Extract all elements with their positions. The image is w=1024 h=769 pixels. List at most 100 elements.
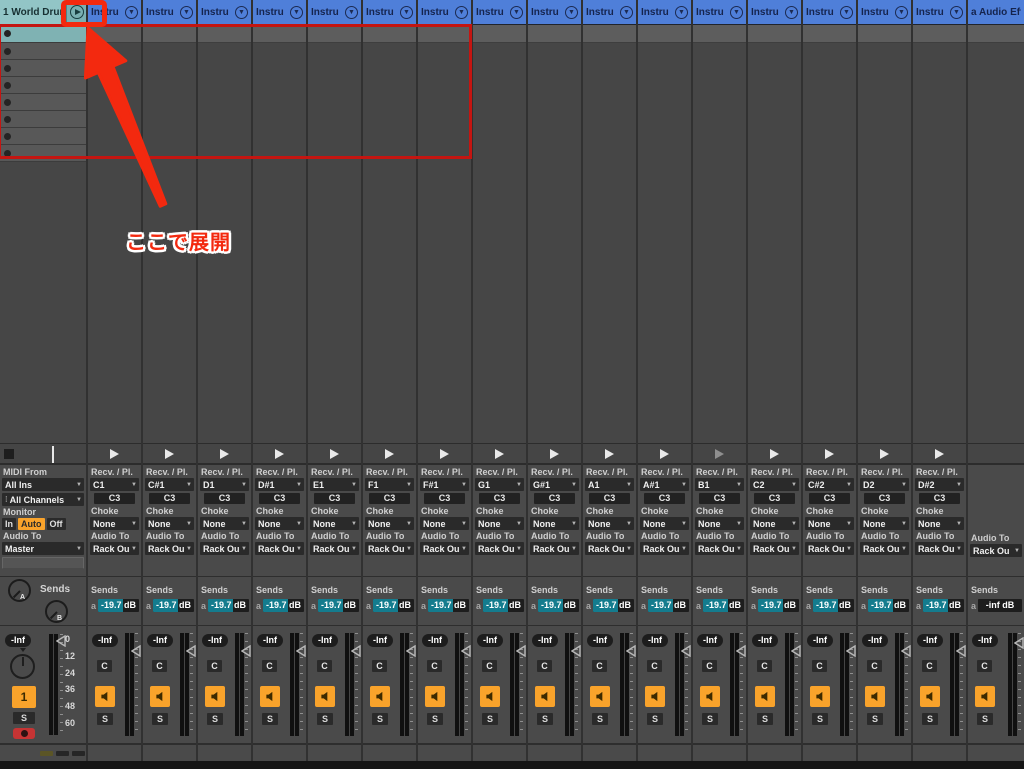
choke-dropdown[interactable]: None ▼ (695, 517, 744, 530)
clip-stop-icon[interactable] (4, 133, 11, 140)
track-activator-button[interactable] (975, 686, 995, 707)
track-activator-button[interactable] (920, 686, 940, 707)
scene-row-highlight[interactable] (858, 25, 911, 43)
clip-slot[interactable] (0, 94, 86, 111)
track-activator-button[interactable] (370, 686, 390, 707)
play-icon[interactable] (495, 449, 504, 459)
track-header[interactable]: Instru ▼ (308, 0, 361, 25)
scene-row-highlight[interactable] (308, 25, 361, 43)
receive-note-dropdown[interactable]: A#1 ▼ (640, 478, 689, 491)
volume-value[interactable]: -Inf (972, 634, 998, 647)
solo-button[interactable]: S (812, 713, 828, 725)
pan-control[interactable]: C (262, 660, 277, 672)
send-amount-slider[interactable]: -19.7 dB (813, 599, 854, 612)
pan-control[interactable]: C (152, 660, 167, 672)
volume-fader-handle[interactable] (296, 645, 306, 657)
choke-dropdown[interactable]: None ▼ (90, 517, 139, 530)
chevron-down-icon[interactable]: ▼ (180, 6, 193, 19)
choke-dropdown[interactable]: None ▼ (530, 517, 579, 530)
track-activator-button[interactable] (480, 686, 500, 707)
track-activator-button[interactable] (700, 686, 720, 707)
send-amount-slider[interactable]: -19.7 dB (318, 599, 359, 612)
track-header[interactable]: Instru ▼ (748, 0, 801, 25)
clip-slot[interactable] (0, 128, 86, 145)
chevron-down-icon[interactable]: ▼ (730, 6, 743, 19)
volume-fader-handle[interactable] (846, 645, 856, 657)
unfold-tracks-button[interactable] (66, 2, 86, 23)
track-activator-button[interactable] (535, 686, 555, 707)
solo-button[interactable]: S (867, 713, 883, 725)
solo-button[interactable]: S (152, 713, 168, 725)
solo-button[interactable]: S (647, 713, 663, 725)
solo-button[interactable]: S (977, 713, 993, 725)
audio-to-dropdown[interactable]: Rack Ou ▼ (310, 542, 359, 555)
receive-note-dropdown[interactable]: A1 ▼ (585, 478, 634, 491)
track-activator-button[interactable] (425, 686, 445, 707)
audio-to-dropdown[interactable]: Rack Ou ▼ (420, 542, 469, 555)
track-header[interactable]: Instru ▼ (88, 0, 141, 25)
scene-row-highlight[interactable] (143, 25, 196, 43)
play-icon[interactable] (660, 449, 669, 459)
volume-value[interactable]: -Inf (752, 634, 778, 647)
audio-to-dropdown[interactable]: Rack Ou ▼ (640, 542, 689, 555)
send-amount-slider[interactable]: -19.7 dB (263, 599, 304, 612)
send-amount-slider[interactable]: -19.7 dB (483, 599, 524, 612)
volume-value[interactable]: -Inf (587, 634, 613, 647)
play-icon[interactable] (605, 449, 614, 459)
clip-launch-slot[interactable] (858, 443, 911, 465)
send-amount-slider[interactable]: -19.7 dB (208, 599, 249, 612)
clip-launch-slot[interactable] (143, 443, 196, 465)
choke-dropdown[interactable]: None ▼ (750, 517, 799, 530)
track-header[interactable]: Instru ▼ (528, 0, 581, 25)
pan-control[interactable]: C (592, 660, 607, 672)
play-note-field[interactable]: C3 (589, 493, 630, 504)
clip-slot[interactable] (0, 77, 86, 94)
audio-to-dropdown[interactable]: Rack Ou ▼ (365, 542, 414, 555)
audio-to-dropdown[interactable]: Rack Ou ▼ (750, 542, 799, 555)
receive-note-dropdown[interactable]: F#1 ▼ (420, 478, 469, 491)
solo-button[interactable]: S (537, 713, 553, 725)
play-icon[interactable] (935, 449, 944, 459)
clip-launch-slot[interactable] (913, 443, 966, 465)
play-icon[interactable] (715, 449, 724, 459)
pan-control[interactable]: C (482, 660, 497, 672)
receive-note-dropdown[interactable]: D2 ▼ (860, 478, 909, 491)
chevron-down-icon[interactable]: ▼ (400, 6, 413, 19)
track-activator-button[interactable] (315, 686, 335, 707)
play-note-field[interactable]: C3 (149, 493, 190, 504)
track-header[interactable]: Instru ▼ (198, 0, 251, 25)
volume-fader-handle[interactable] (461, 645, 471, 657)
pan-control[interactable]: C (427, 660, 442, 672)
audio-to-dropdown[interactable]: Rack Ou ▼ (970, 544, 1022, 557)
pan-knob[interactable] (10, 654, 35, 679)
send-amount-slider[interactable]: -19.7 dB (538, 599, 579, 612)
receive-note-dropdown[interactable]: D#1 ▼ (255, 478, 304, 491)
scene-row-highlight[interactable] (363, 25, 416, 43)
solo-button[interactable]: S (262, 713, 278, 725)
volume-value[interactable]: -Inf (477, 634, 503, 647)
solo-button[interactable]: S (427, 713, 443, 725)
chevron-down-icon[interactable]: ▼ (290, 6, 303, 19)
choke-dropdown[interactable]: None ▼ (915, 517, 964, 530)
pan-control[interactable]: C (812, 660, 827, 672)
track-header[interactable]: Instru ▼ (473, 0, 526, 25)
choke-dropdown[interactable]: None ▼ (475, 517, 524, 530)
track-activator-button[interactable] (150, 686, 170, 707)
clip-stop-icon[interactable] (4, 116, 11, 123)
play-icon[interactable] (385, 449, 394, 459)
track-activator-button[interactable] (260, 686, 280, 707)
play-note-field[interactable]: C3 (754, 493, 795, 504)
play-icon[interactable] (825, 449, 834, 459)
clip-stop-row[interactable] (968, 443, 1024, 465)
volume-value[interactable]: -Inf (367, 634, 393, 647)
track-header[interactable]: Instru ▼ (418, 0, 471, 25)
volume-fader-handle[interactable] (681, 645, 691, 657)
send-amount-slider[interactable]: -19.7 dB (153, 599, 194, 612)
audio-to-dropdown[interactable]: Rack Ou ▼ (145, 542, 194, 555)
play-note-field[interactable]: C3 (919, 493, 960, 504)
chevron-down-icon[interactable]: ▼ (620, 6, 633, 19)
volume-fader-handle[interactable] (791, 645, 801, 657)
track-activator-button[interactable] (865, 686, 885, 707)
chevron-down-icon[interactable]: ▼ (675, 6, 688, 19)
clip-stop-icon[interactable] (4, 48, 11, 55)
